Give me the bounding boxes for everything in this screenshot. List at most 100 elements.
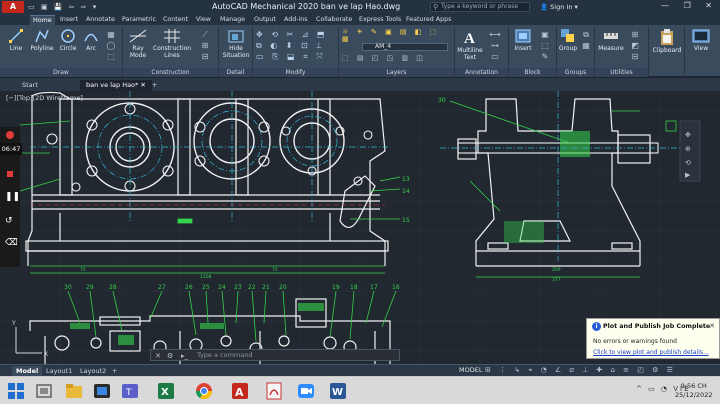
panel-label-block[interactable]: Block: [509, 68, 556, 77]
command-prompt-icon[interactable]: ▸_: [181, 351, 188, 361]
file-tab-start[interactable]: Start: [16, 80, 44, 91]
close-icon[interactable]: ✕: [709, 322, 715, 330]
windows-taskbar: T X A W ^ ▭ ◔ VIE 9:56 CH 25/12/2022: [0, 376, 720, 404]
tab-featured-apps[interactable]: Featured Apps: [406, 15, 451, 25]
tab-annotate[interactable]: Annotate: [86, 15, 115, 25]
file-explorer-icon[interactable]: [64, 381, 84, 401]
viewport-controls[interactable]: [−][Top][2D Wireframe]: [6, 94, 83, 102]
add-layout-button[interactable]: +: [108, 366, 121, 376]
panel-label-detail[interactable]: Detail: [219, 68, 252, 77]
navigation-bar: ✥ ⊕ ⟲ ▶: [679, 120, 701, 182]
measure-button[interactable]: Measure: [598, 28, 624, 52]
zoom-icon[interactable]: [296, 381, 316, 401]
layout-tab-layout2[interactable]: Layout2: [76, 366, 110, 376]
tab-view[interactable]: View: [196, 15, 211, 25]
model-space-toggle[interactable]: MODEL: [459, 366, 482, 374]
ribbon-panel: Line Polyline Circle Arc ▦ ◯ ⬚ Ray Mode Co…: [0, 25, 720, 77]
clock[interactable]: 9:56 CH 25/12/2022: [675, 382, 712, 400]
panel-label-construction[interactable]: Construction: [123, 68, 218, 77]
panel-label-layers[interactable]: Layers: [339, 68, 454, 77]
draw-extra-tools[interactable]: ▦ ◯ ⬚: [102, 29, 120, 62]
tab-express-tools[interactable]: Express Tools: [359, 15, 401, 25]
autocad-logo-icon[interactable]: A: [2, 1, 24, 13]
plot-publish-notification[interactable]: i Plot and Publish Job Complete ✕ No err…: [586, 318, 720, 359]
panel-label-modify[interactable]: Modify: [253, 68, 338, 77]
view-label: View: [693, 45, 709, 52]
layer-tools-row-2[interactable]: ⬚ ▤ ◰ ◳ ▥ ◫: [342, 55, 452, 62]
tab-output[interactable]: Output: [254, 15, 276, 25]
file-tab-drawing[interactable]: ban ve lap Hao* ✕: [80, 80, 152, 91]
panel-label-groups[interactable]: Groups: [557, 68, 594, 77]
tab-parametric[interactable]: Parametric: [122, 15, 156, 25]
layer-dropdown[interactable]: AM_4: [362, 43, 448, 51]
autocad-window: A ▭ ▣ 💾 ⇦ ⇨ ▾ AutoCAD Mechanical 2020 ba…: [0, 0, 720, 404]
svg-text:25: 25: [202, 284, 210, 291]
excel-icon[interactable]: X: [156, 381, 176, 401]
svg-text:1208: 1208: [200, 274, 212, 280]
panel-label-utilities[interactable]: Utilities: [595, 68, 648, 77]
group-button[interactable]: Group: [558, 28, 578, 52]
svg-text:24: 24: [218, 284, 226, 291]
panel-label-draw[interactable]: Draw: [0, 68, 122, 77]
view-button[interactable]: View: [688, 28, 714, 52]
layout-tab-layout1[interactable]: Layout1: [42, 366, 76, 376]
word-icon[interactable]: W: [328, 381, 348, 401]
svg-text:75: 75: [272, 267, 278, 273]
command-input[interactable]: Type a command: [197, 351, 253, 359]
insert-label: Insert: [514, 45, 532, 52]
teams-icon[interactable]: T: [120, 381, 140, 401]
panel-label-annotation[interactable]: Annotation: [455, 68, 508, 77]
close-icon[interactable]: ✕: [155, 351, 161, 361]
hide-situation-button[interactable]: Hide Situation: [222, 28, 250, 59]
group-extra-tools[interactable]: ⧉ ▦: [580, 29, 592, 51]
line-button[interactable]: Line: [6, 28, 26, 52]
tab-insert[interactable]: Insert: [60, 15, 78, 25]
new-tab-button[interactable]: +: [146, 80, 163, 91]
layout-tab-model[interactable]: Model: [12, 366, 43, 376]
tab-home[interactable]: Home: [30, 15, 55, 25]
tab-collaborate[interactable]: Collaborate: [316, 15, 352, 25]
svg-text:75: 75: [80, 267, 86, 273]
layer-tools-row[interactable]: ☼ ☀ ✎ ▣ ▤ ◧ ⬚ ▦: [342, 29, 452, 43]
construction-extra-tools[interactable]: ⟋ ⊞ ⊟: [196, 29, 214, 62]
layer-current-value: AM_4: [375, 43, 392, 50]
arc-button[interactable]: Arc: [82, 28, 100, 52]
status-toggles[interactable]: ⊞ ⋮ ↳ ⌖ ◔ ∠ ⧄ ⊥ ✚ ⌂ ≡ ◰ ⚙ ☰: [485, 366, 676, 375]
task-view-icon[interactable]: [34, 381, 54, 401]
chrome-icon[interactable]: [194, 381, 214, 401]
tab-add-ins[interactable]: Add-ins: [284, 15, 307, 25]
insert-button[interactable]: Insert: [512, 28, 534, 52]
ray-mode-button[interactable]: Ray Mode: [126, 28, 150, 59]
window-controls[interactable]: — ❐ ✕: [661, 1, 718, 10]
media-app-icon[interactable]: [92, 381, 112, 401]
svg-text:Y: Y: [11, 320, 16, 327]
modify-tools[interactable]: ✥ ⟲ ✂ ⊿ ⬒ ⧉ ◐ ⬍ ⊡ ⟂ ▭ ⎘ ⬓ ⌗ ⤧: [256, 29, 336, 62]
tab-manage[interactable]: Manage: [220, 15, 245, 25]
svg-text:30: 30: [64, 284, 72, 291]
clipboard-button[interactable]: Clipboard: [652, 28, 682, 54]
gearbox-side-view: [457, 98, 651, 267]
construction-lines-button[interactable]: Construction Lines: [152, 28, 192, 59]
autocad-taskbar-icon[interactable]: A: [230, 381, 250, 401]
wrench-icon[interactable]: ⚙: [167, 351, 173, 361]
svg-text:X: X: [161, 387, 169, 398]
polyline-button[interactable]: Polyline: [28, 28, 56, 52]
svg-text:209: 209: [552, 267, 561, 273]
quick-access-toolbar[interactable]: ▭ ▣ 💾 ⇦ ⇨ ▾: [28, 3, 178, 12]
close-icon[interactable]: ✕: [140, 81, 145, 89]
clipboard-icon: [661, 29, 673, 45]
svg-text:22: 22: [248, 284, 256, 291]
circle-button[interactable]: Circle: [58, 28, 78, 52]
windows-start-icon[interactable]: [6, 381, 26, 401]
multiline-text-button[interactable]: A Multiline Text: [456, 28, 484, 61]
annotation-extra-tools[interactable]: ⟷ ⊶ ▭: [486, 29, 504, 62]
sign-in-button[interactable]: 👤 Sign In ▾: [540, 3, 578, 11]
pdf-reader-icon[interactable]: [264, 381, 284, 401]
block-extra-tools[interactable]: ▣ ⬚ ✎: [536, 29, 554, 62]
search-input[interactable]: ⚲ Type a keyword or phrase: [430, 2, 530, 12]
notification-link[interactable]: Click to view plot and publish details..…: [593, 349, 709, 356]
recorder-toolbar[interactable]: 06:47 ❚❚ ↺ ⌫: [0, 127, 22, 267]
utilities-extra-tools[interactable]: ⊞ ◩ ⊟: [626, 29, 644, 62]
command-line[interactable]: ✕ ⚙ ▸_ Type a command: [150, 349, 400, 361]
tab-content[interactable]: Content: [163, 15, 188, 25]
